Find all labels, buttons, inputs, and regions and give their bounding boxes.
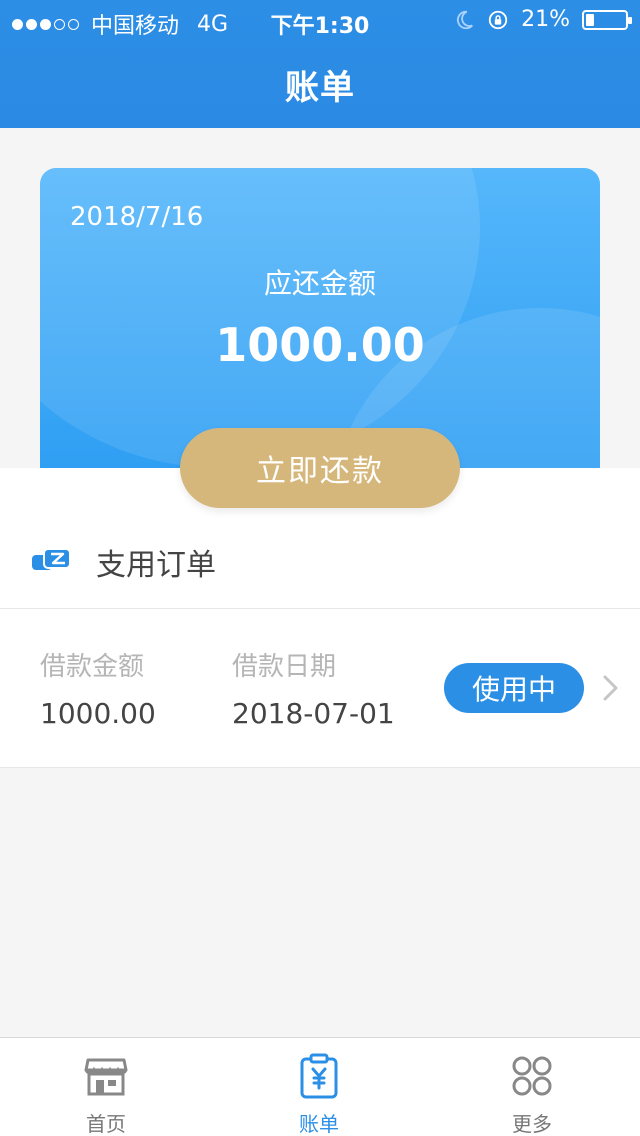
- more-circles-icon: [512, 1056, 552, 1096]
- loan-date-value: 2018-07-01: [232, 697, 395, 730]
- tab-home-label: 首页: [86, 1112, 126, 1136]
- section-title: 支用订单: [96, 548, 216, 583]
- tab-home[interactable]: 首页: [46, 1052, 166, 1136]
- moon-icon: [457, 10, 474, 29]
- loan-amount-label: 借款金额: [40, 652, 145, 682]
- store-icon: [84, 1058, 128, 1096]
- page: 中国移动 4G 下午1:30 21% 账单 2018/7/16 应还金额 100…: [0, 0, 640, 1136]
- amount-due-value: 1000.00: [215, 318, 425, 372]
- order-row[interactable]: 借款金额 1000.00 借款日期 2018-07-01 使用中: [0, 608, 640, 768]
- header: 中国移动 4G 下午1:30 21% 账单: [0, 0, 640, 128]
- tab-more-label: 更多: [512, 1112, 552, 1136]
- battery-percent: 21%: [521, 7, 570, 32]
- tab-bill[interactable]: 账单: [259, 1052, 379, 1136]
- tab-bar: 首页 账单 更多: [0, 1037, 640, 1136]
- bill-yen-icon: [300, 1053, 338, 1099]
- section-header: 支用订单: [30, 540, 216, 584]
- loan-date-label: 借款日期: [232, 652, 337, 682]
- tab-more[interactable]: 更多: [472, 1052, 592, 1136]
- bill-card: 2018/7/16 应还金额 1000.00: [40, 168, 600, 468]
- chevron-right-icon[interactable]: [598, 674, 624, 702]
- page-title: 账单: [285, 68, 355, 108]
- rotation-lock-icon: [488, 10, 508, 29]
- status-right: 21%: [453, 7, 632, 32]
- loan-amount-column: 借款金额 1000.00: [40, 646, 156, 730]
- repay-now-button[interactable]: 立即还款: [180, 428, 460, 508]
- status-badge: 使用中: [444, 663, 584, 713]
- card-transfer-icon: [32, 548, 71, 570]
- status-bar: 中国移动 4G 下午1:30 21%: [0, 0, 640, 40]
- bill-date: 2018/7/16: [70, 202, 204, 232]
- battery-icon: [582, 9, 632, 30]
- loan-amount-value: 1000.00: [40, 697, 156, 730]
- tab-bill-label: 账单: [299, 1112, 339, 1136]
- amount-due-label: 应还金额: [263, 267, 376, 300]
- divider: [0, 767, 640, 768]
- loan-date-column: 借款日期 2018-07-01: [232, 646, 395, 730]
